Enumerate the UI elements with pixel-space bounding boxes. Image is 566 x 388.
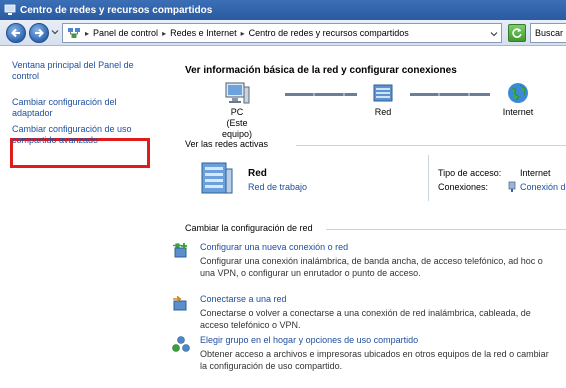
- connect-network-icon: [173, 295, 187, 311]
- breadcrumb-redes-internet[interactable]: Redes e Internet: [170, 28, 237, 38]
- network-icon: [373, 84, 393, 102]
- recent-pages-dropdown-icon[interactable]: [51, 28, 59, 36]
- breadcrumb-panel-control[interactable]: Panel de control: [93, 28, 158, 38]
- chevron-right-icon[interactable]: ▸: [85, 29, 89, 38]
- task-connect-network: Conectarse a una red Conectarse o volver…: [173, 294, 566, 331]
- homegroup-description: Obtener acceso a archivos e impresoras u…: [200, 349, 549, 371]
- computer-icon: [225, 82, 250, 104]
- map-node-internet[interactable]: Internet: [498, 81, 538, 118]
- vertical-divider: [428, 155, 429, 201]
- chevron-right-icon[interactable]: ▸: [162, 29, 166, 38]
- work-network-icon: [201, 162, 233, 194]
- change-settings-heading: Cambiar la configuración de red: [185, 223, 313, 233]
- address-toolbar: ▸ Panel de control ▸ Redes e Internet ▸ …: [0, 20, 566, 46]
- sidebar-item-advanced-sharing[interactable]: Cambiar configuración de uso compartido …: [12, 124, 147, 146]
- forward-button[interactable]: [29, 23, 49, 43]
- homegroup-icon: [172, 336, 190, 352]
- network-label: Red: [374, 107, 392, 117]
- link-pc-network: [285, 93, 357, 96]
- refresh-button[interactable]: [508, 24, 526, 42]
- connections-key: Conexiones:: [438, 182, 489, 192]
- window-title: Centro de redes y recursos compartidos: [20, 4, 213, 16]
- connection-link[interactable]: Conexión de: [520, 182, 566, 192]
- task-homegroup: Elegir grupo en el hogar y opciones de u…: [172, 335, 566, 372]
- back-button[interactable]: [6, 23, 26, 43]
- pc-label: PC: [230, 107, 244, 117]
- section-divider: [326, 229, 566, 230]
- map-node-network[interactable]: Red: [366, 81, 400, 118]
- address-bar[interactable]: ▸ Panel de control ▸ Redes e Internet ▸ …: [62, 23, 502, 43]
- new-connection-description: Configurar una conexión inalámbrica, de …: [200, 256, 543, 278]
- back-arrow-icon: [11, 28, 20, 38]
- network-type-link[interactable]: Red de trabajo: [248, 182, 307, 192]
- link-network-internet: [410, 93, 490, 96]
- access-type-value: Internet: [520, 168, 551, 178]
- refresh-icon: [512, 28, 522, 38]
- map-node-pc[interactable]: PC (Este equipo): [213, 81, 261, 140]
- new-connection-link[interactable]: Configurar una nueva conexión o red: [200, 242, 566, 252]
- new-connection-icon: [173, 243, 187, 258]
- chevron-right-icon[interactable]: ▸: [241, 29, 245, 38]
- connect-network-description: Conectarse o volver a conectarse a una c…: [200, 308, 531, 330]
- forward-arrow-icon: [35, 28, 44, 38]
- task-sidebar: Ventana principal del Panel de control C…: [0, 47, 168, 388]
- ethernet-icon: [508, 181, 516, 192]
- globe-icon: [508, 83, 528, 103]
- network-center-icon: [4, 4, 16, 15]
- main-content: Ver información básica de la red y confi…: [168, 47, 566, 388]
- connect-network-link[interactable]: Conectarse a una red: [200, 294, 566, 304]
- section-divider: [296, 145, 566, 146]
- homegroup-link[interactable]: Elegir grupo en el hogar y opciones de u…: [200, 335, 566, 345]
- search-input[interactable]: Buscar: [530, 23, 566, 43]
- network-location-icon: [68, 28, 80, 38]
- address-dropdown-icon[interactable]: [490, 30, 498, 38]
- access-type-key: Tipo de acceso:: [438, 168, 502, 178]
- pc-sublabel: (Este equipo): [221, 118, 253, 139]
- breadcrumb-centro-redes[interactable]: Centro de redes y recursos compartidos: [249, 28, 409, 38]
- task-new-connection: Configurar una nueva conexión o red Conf…: [173, 242, 566, 279]
- sidebar-item-adapter-settings[interactable]: Cambiar configuración del adaptador: [12, 97, 147, 119]
- page-title: Ver información básica de la red y confi…: [185, 65, 457, 76]
- internet-label: Internet: [502, 107, 534, 117]
- network-name: Red: [248, 168, 267, 179]
- title-bar: Centro de redes y recursos compartidos: [0, 0, 566, 20]
- sidebar-item-panel-home[interactable]: Ventana principal del Panel de control: [12, 60, 147, 82]
- active-networks-heading: Ver las redes activas: [185, 139, 269, 149]
